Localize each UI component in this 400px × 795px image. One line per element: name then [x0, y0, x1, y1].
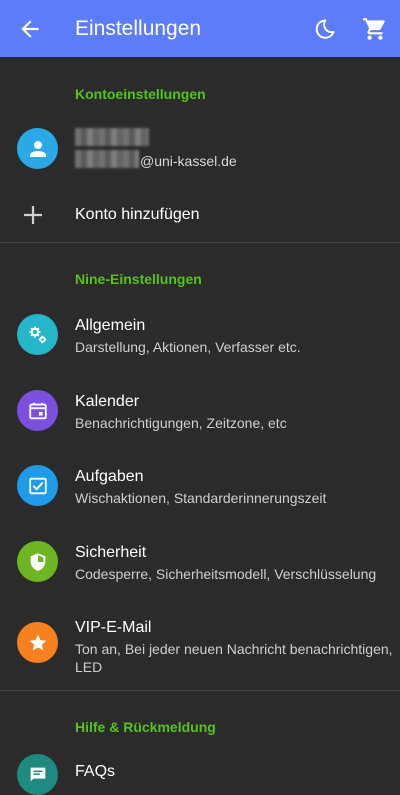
settings-item-security-avatar	[17, 541, 58, 582]
account-avatar	[17, 128, 58, 169]
add-account-row[interactable]: Konto hinzufügen	[0, 190, 400, 240]
plus-icon	[24, 206, 42, 224]
settings-item-title: Kalender	[75, 393, 140, 410]
divider	[0, 242, 400, 243]
section-header-nine: Nine-Einstellungen	[75, 271, 202, 287]
settings-item-title: Aufgaben	[75, 468, 144, 485]
settings-item-vip-email[interactable]: VIP-E-Mail Ton an, Bei jeder neuen Nachr…	[0, 614, 400, 684]
calendar-icon	[28, 402, 47, 419]
settings-item-subtitle: Benachrichtigungen, Zeitzone, etc	[75, 415, 287, 431]
settings-item-subtitle: Darstellung, Aktionen, Verfasser etc.	[75, 339, 301, 355]
settings-item-subtitle: Wischaktionen, Standarderinnerungszeit	[75, 490, 327, 506]
settings-item-general-avatar	[17, 314, 58, 355]
page-title: Einstellungen	[75, 17, 202, 40]
help-item-faqs[interactable]: FAQs	[0, 752, 400, 795]
checkbox-icon	[28, 477, 47, 494]
cart-icon[interactable]	[362, 16, 388, 42]
account-row[interactable]: @uni-kassel.de	[0, 118, 400, 182]
section-header-help: Hilfe & Rückmeldung	[75, 719, 216, 735]
moon-icon[interactable]	[312, 16, 338, 42]
settings-item-general[interactable]: Allgemein Darstellung, Aktionen, Verfass…	[0, 312, 400, 372]
settings-item-security[interactable]: Sicherheit Codesperre, Sicherheitsmodell…	[0, 539, 400, 599]
help-item-faqs-avatar	[17, 754, 58, 795]
person-icon	[29, 140, 46, 157]
settings-item-subtitle: Ton an, Bei jeder neuen Nachricht benach…	[75, 641, 393, 675]
add-account-label: Konto hinzufügen	[75, 206, 200, 223]
back-arrow-icon[interactable]	[17, 16, 43, 42]
settings-item-title: Allgemein	[75, 317, 146, 334]
settings-item-calendar-avatar	[17, 390, 58, 431]
chat-icon	[30, 767, 45, 781]
section-header-account: Kontoeinstellungen	[75, 86, 206, 102]
settings-item-title: FAQs	[75, 763, 116, 780]
gears-icon	[29, 326, 46, 343]
app-bar: Einstellungen	[0, 0, 400, 57]
settings-item-subtitle: Codesperre, Sicherheitsmodell, Verschlüs…	[75, 566, 377, 582]
settings-item-vip-avatar	[17, 622, 58, 663]
settings-item-tasks-avatar	[17, 465, 58, 506]
settings-item-title: VIP-E-Mail	[75, 619, 152, 636]
account-name-redacted	[75, 128, 149, 146]
star-icon	[29, 634, 46, 650]
settings-item-title: Sicherheit	[75, 544, 147, 561]
settings-item-calendar[interactable]: Kalender Benachrichtigungen, Zeitzone, e…	[0, 388, 400, 448]
account-email-suffix: @uni-kassel.de	[140, 153, 237, 169]
shield-icon	[30, 552, 45, 571]
divider	[0, 690, 400, 691]
account-email-redacted	[75, 150, 139, 168]
settings-item-tasks[interactable]: Aufgaben Wischaktionen, Standarderinneru…	[0, 463, 400, 523]
